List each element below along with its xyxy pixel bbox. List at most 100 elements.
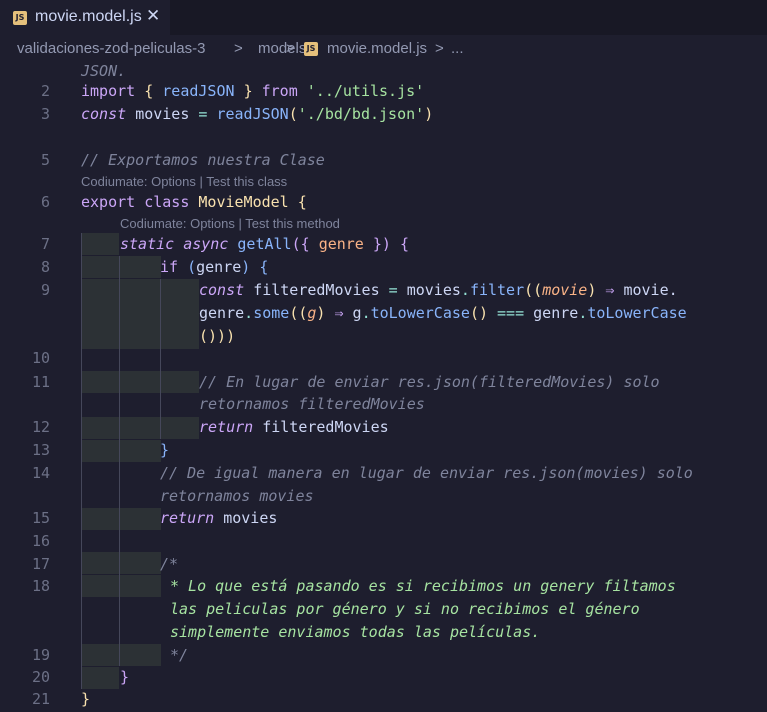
brace: { [399, 235, 409, 253]
keyword: const [199, 281, 245, 299]
breadcrumb-file[interactable]: movie.model.js [327, 40, 427, 57]
operator: ⇒ [334, 304, 344, 322]
identifier: movies [135, 105, 190, 123]
identifier: genre [199, 304, 245, 322]
code-line[interactable]: 16 [0, 530, 767, 552]
line-number: 6 [40, 193, 50, 211]
code-line[interactable]: 13 } [0, 439, 767, 461]
line-number: 8 [40, 258, 50, 276]
keyword: const [81, 105, 127, 123]
code-line[interactable]: 10 [0, 347, 767, 369]
code-line[interactable]: 2 import { readJSON } from '../utils.js' [0, 80, 767, 102]
class-name: MovieModel [198, 193, 289, 211]
tab-title[interactable]: movie.model.js [35, 8, 142, 26]
code-line[interactable]: 12 return filteredMovies [0, 416, 767, 438]
code-line[interactable]: simplemente enviamos todas las películas… [0, 621, 767, 643]
keyword: import [81, 82, 136, 100]
code-line[interactable]: 6 export class MovieModel { [0, 191, 767, 213]
breadcrumb-folder[interactable]: validaciones-zod-peliculas-3 [17, 40, 205, 57]
code-line[interactable]: 5 // Exportamos nuestra Clase [0, 149, 767, 171]
comment-text: simplemente enviamos todas las películas… [170, 623, 541, 641]
brace: { [297, 193, 307, 211]
code-line[interactable]: 20 } [0, 666, 767, 688]
code-line[interactable]: 18 * Lo que está pasando es si recibimos… [0, 575, 767, 597]
brace: } [243, 82, 253, 100]
identifier: movies [406, 281, 461, 299]
line-number: 5 [40, 151, 50, 169]
code-line[interactable]: 15 return movies [0, 507, 767, 529]
breadcrumb-more[interactable]: ... [451, 40, 464, 57]
function-name: some [253, 304, 290, 322]
keyword: export [81, 193, 136, 211]
operator: = [198, 105, 208, 123]
brace: } [81, 690, 91, 708]
identifier: filteredMovies [262, 418, 389, 436]
operator: . [460, 281, 470, 299]
identifier: filteredMovies [253, 281, 380, 299]
code-line[interactable]: 19 */ [0, 644, 767, 666]
codelens-method[interactable]: Codiumate: Options | Test this method [120, 216, 340, 231]
keyword: return [160, 509, 215, 527]
comment-text: * Lo que está pasando es si recibimos un… [170, 577, 676, 595]
code-line[interactable]: 14 // De igual manera en lugar de enviar… [0, 462, 767, 484]
comment-text: // Exportamos nuestra Clase [81, 151, 325, 169]
keyword: return [199, 418, 254, 436]
code-line[interactable]: 17 /* [0, 553, 767, 575]
code-line[interactable]: retornamos filteredMovies [0, 393, 767, 415]
chevron-right-icon: > [435, 40, 444, 57]
brace: { [259, 258, 269, 276]
code-line[interactable]: ())) [0, 325, 767, 347]
code-text: import { readJSON } from '../utils.js' [81, 80, 424, 102]
code-line[interactable]: 11 // En lugar de enviar res.json(filter… [0, 371, 767, 393]
code-text: return movies [160, 507, 277, 529]
code-line[interactable]: 7 static async getAll({ genre }) { [0, 233, 767, 255]
code-text: if (genre) { [160, 256, 268, 278]
identifier: movie. [623, 281, 678, 299]
string: './bd/bd.json' [297, 105, 425, 123]
parameter: movie [542, 281, 588, 299]
codelens-class[interactable]: Codiumate: Options | Test this class [81, 174, 287, 189]
paren: ( [288, 105, 298, 123]
tab-movie-model[interactable]: JS movie.model.js ✕ [0, 0, 170, 35]
identifier: genre [196, 258, 242, 276]
string: '../utils.js' [306, 82, 425, 100]
javascript-file-icon: JS [13, 11, 27, 25]
keyword: class [144, 193, 190, 211]
paren: (( [289, 304, 308, 322]
function-name: readJSON [216, 105, 289, 123]
keyword: if [160, 258, 179, 276]
brace: } [160, 441, 170, 459]
line-number: 9 [40, 281, 50, 299]
paren: ({ [291, 235, 310, 253]
line-number: 20 [31, 668, 50, 686]
chevron-right-icon: > [286, 40, 295, 57]
code-line[interactable]: 21 } [0, 688, 767, 710]
function-name: getAll [237, 235, 292, 253]
function-name: toLowerCase [587, 304, 687, 322]
identifier: movies [223, 509, 278, 527]
code-line[interactable]: 9 const filteredMovies = movies.filter((… [0, 279, 767, 301]
line-number: 21 [31, 690, 50, 708]
code-text: const filteredMovies = movies.filter((mo… [199, 279, 678, 301]
close-icon[interactable]: ✕ [146, 6, 160, 26]
breadcrumb: validaciones-zod-peliculas-3 > models > … [0, 35, 767, 63]
paren: ) [241, 258, 251, 276]
brace: { [144, 82, 154, 100]
code-line[interactable]: las peliculas por género y si no recibim… [0, 598, 767, 620]
comment-text: /* [160, 555, 179, 573]
code-line[interactable]: 8 if (genre) { [0, 256, 767, 278]
code-line[interactable]: retornamos movies [0, 485, 767, 507]
code-line[interactable]: 3 const movies = readJSON('./bd/bd.json'… [0, 103, 767, 125]
paren: }) [372, 235, 391, 253]
paren: () [469, 304, 488, 322]
code-text: return filteredMovies [199, 416, 389, 438]
keyword: async [183, 235, 229, 253]
comment-text: JSON. [81, 62, 127, 80]
paren: ) [587, 281, 597, 299]
code-line[interactable]: JSON. [0, 60, 767, 82]
identifier: g [352, 304, 362, 322]
code-line[interactable]: genre.some((g) ⇒ g.toLowerCase() === gen… [0, 302, 767, 324]
function-name: filter [469, 281, 525, 299]
breadcrumb-subfolder[interactable]: models [258, 40, 306, 57]
line-number: 14 [31, 464, 50, 482]
